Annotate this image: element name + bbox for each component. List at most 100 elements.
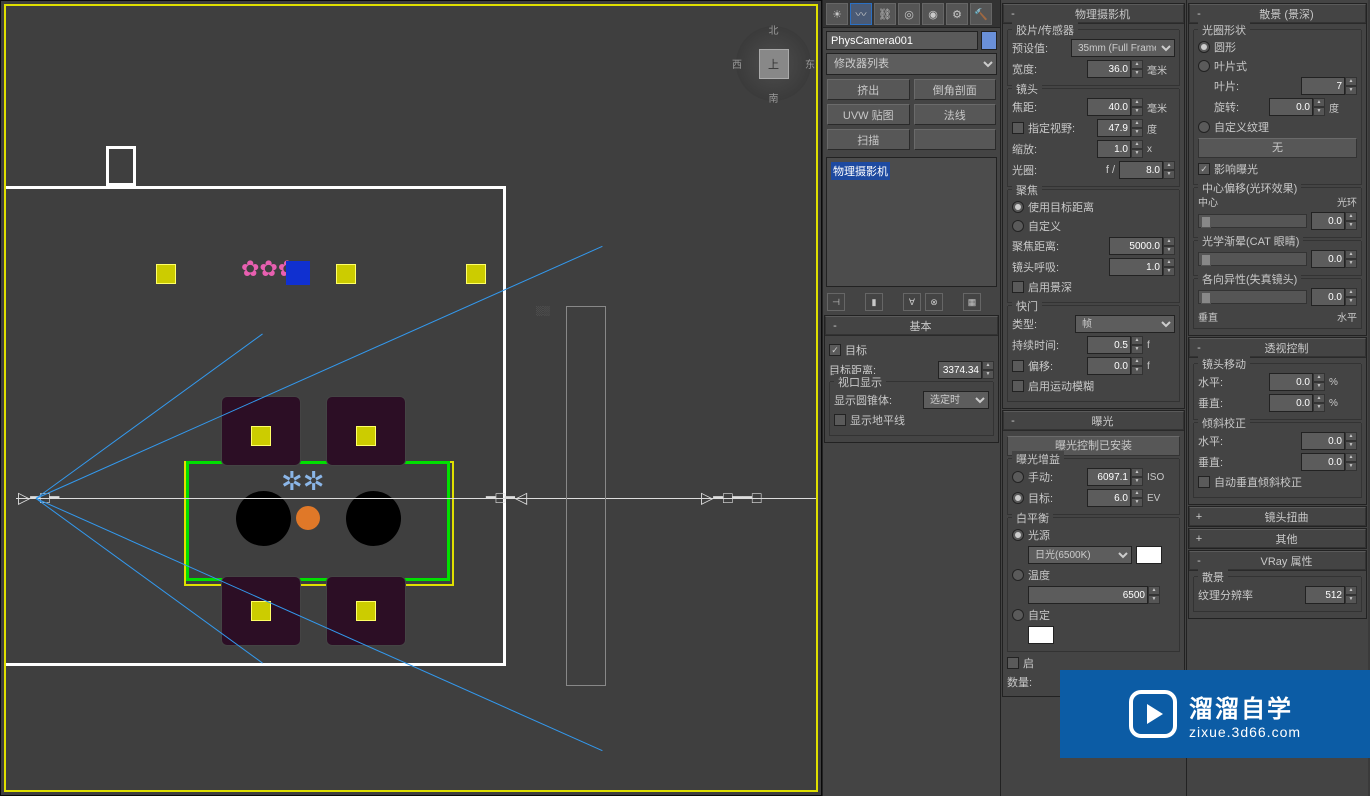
target-distance-spinner[interactable]: ▲▼: [938, 361, 994, 379]
iso-input[interactable]: [1087, 468, 1131, 486]
collapse-icon[interactable]: -: [1004, 415, 1022, 427]
collapse-icon[interactable]: -: [826, 320, 844, 332]
object-name-input[interactable]: [826, 31, 978, 50]
display-tab-icon[interactable]: ◉: [922, 3, 944, 25]
shift-vert-input[interactable]: [1269, 394, 1313, 412]
texture-none-button[interactable]: 无: [1198, 138, 1357, 158]
zoom-spinner[interactable]: ▲▼: [1097, 140, 1143, 158]
wb-preset-dropdown[interactable]: 日光(6500K): [1028, 546, 1132, 564]
temperature-spinner[interactable]: ▲▼: [1028, 586, 1160, 604]
remove-modifier-icon[interactable]: ⊗: [925, 293, 943, 311]
expand-icon[interactable]: +: [1190, 533, 1208, 545]
wb-color-swatch[interactable]: [1136, 546, 1162, 564]
collapse-icon[interactable]: -: [1190, 342, 1208, 354]
affect-exposure-checkbox[interactable]: [1198, 163, 1210, 175]
viewcube-top[interactable]: 上: [759, 49, 789, 79]
enable-checkbox[interactable]: [1007, 657, 1019, 669]
expand-icon[interactable]: +: [1190, 511, 1208, 523]
pin-stack-icon[interactable]: ⊣: [827, 293, 845, 311]
vignette-slider[interactable]: [1198, 252, 1307, 266]
vignette-input[interactable]: [1311, 250, 1345, 268]
lens-breathing-input[interactable]: [1109, 258, 1163, 276]
circular-radio[interactable]: [1198, 41, 1210, 53]
viewcube[interactable]: 上 北 南 东 西: [736, 26, 811, 101]
collapse-icon[interactable]: -: [1004, 8, 1022, 20]
center-bias-input[interactable]: [1311, 212, 1345, 230]
rotation-spinner[interactable]: ▲▼: [1269, 98, 1325, 116]
sweep-button[interactable]: 扫描: [827, 129, 910, 150]
modifier-stack[interactable]: 物理摄影机: [826, 157, 997, 287]
uvw-map-button[interactable]: UVW 贴图: [827, 104, 910, 125]
misc-rollup-header[interactable]: + 其他: [1189, 529, 1366, 548]
center-bias-slider[interactable]: [1198, 214, 1307, 228]
hierarchy-tab-icon[interactable]: ⛓: [874, 3, 896, 25]
offset-input[interactable]: [1087, 357, 1131, 375]
anisotropy-spinner[interactable]: ▲▼: [1311, 288, 1357, 306]
lens-breathing-spinner[interactable]: ▲▼: [1109, 258, 1175, 276]
shift-vert-spinner[interactable]: ▲▼: [1269, 394, 1325, 412]
bladed-radio[interactable]: [1198, 60, 1210, 72]
tilt-horiz-spinner[interactable]: ▲▼: [1301, 432, 1357, 450]
wb-light-radio[interactable]: [1012, 529, 1024, 541]
tools-tab-icon[interactable]: 🔨: [970, 3, 992, 25]
focus-distance-spinner[interactable]: ▲▼: [1109, 237, 1175, 255]
dof-checkbox[interactable]: [1012, 281, 1024, 293]
preset-dropdown[interactable]: 35mm (Full Frame): [1071, 39, 1175, 57]
use-target-radio[interactable]: [1012, 201, 1024, 213]
fov-input[interactable]: [1097, 119, 1131, 137]
offset-checkbox[interactable]: [1012, 360, 1024, 372]
show-end-result-icon[interactable]: ▮: [865, 293, 883, 311]
bokeh-rollup-header[interactable]: - 散景 (景深): [1189, 4, 1366, 23]
empty-button[interactable]: [914, 129, 997, 150]
perspective-rollup-header[interactable]: - 透视控制: [1189, 338, 1366, 357]
zoom-input[interactable]: [1097, 140, 1131, 158]
modifier-list-dropdown[interactable]: 修改器列表: [826, 53, 997, 75]
target-distance-input[interactable]: [938, 361, 982, 379]
ev-input[interactable]: [1087, 489, 1131, 507]
configure-sets-icon[interactable]: ▦: [963, 293, 981, 311]
blades-input[interactable]: [1301, 77, 1345, 95]
vignette-spinner[interactable]: ▲▼: [1311, 250, 1357, 268]
focus-distance-input[interactable]: [1109, 237, 1163, 255]
width-spinner[interactable]: ▲▼: [1087, 60, 1143, 78]
lens-distortion-rollup-header[interactable]: + 镜头扭曲: [1189, 507, 1366, 526]
width-input[interactable]: [1087, 60, 1131, 78]
duration-input[interactable]: [1087, 336, 1131, 354]
make-unique-icon[interactable]: ∀: [903, 293, 921, 311]
bevel-profile-button[interactable]: 倒角剖面: [914, 79, 997, 100]
focal-spinner[interactable]: ▲▼: [1087, 98, 1143, 116]
modify-tab-icon[interactable]: 〰: [850, 3, 872, 25]
collapse-icon[interactable]: -: [1190, 555, 1208, 567]
show-cone-dropdown[interactable]: 选定时: [923, 391, 989, 409]
shift-horiz-spinner[interactable]: ▲▼: [1269, 373, 1325, 391]
utilities-tab-icon[interactable]: ⚙: [946, 3, 968, 25]
aperture-input[interactable]: [1119, 161, 1163, 179]
target-gain-radio[interactable]: [1012, 492, 1024, 504]
anisotropy-input[interactable]: [1311, 288, 1345, 306]
anisotropy-slider[interactable]: [1198, 290, 1307, 304]
shutter-type-dropdown[interactable]: 帧: [1075, 315, 1175, 333]
wb-temp-radio[interactable]: [1012, 569, 1024, 581]
motion-tab-icon[interactable]: ◎: [898, 3, 920, 25]
exposure-rollup-header[interactable]: - 曝光: [1003, 411, 1184, 430]
rotation-input[interactable]: [1269, 98, 1313, 116]
wb-custom-radio[interactable]: [1012, 609, 1024, 621]
aperture-spinner[interactable]: ▲▼: [1119, 161, 1175, 179]
tilt-horiz-input[interactable]: [1301, 432, 1345, 450]
fov-checkbox[interactable]: [1012, 122, 1024, 134]
texture-res-input[interactable]: [1305, 586, 1345, 604]
basic-rollup-header[interactable]: - 基本: [825, 316, 998, 335]
fov-spinner[interactable]: ▲▼: [1097, 119, 1143, 137]
target-checkbox[interactable]: [829, 344, 841, 356]
wb-custom-swatch[interactable]: [1028, 626, 1054, 644]
auto-vert-tilt-checkbox[interactable]: [1198, 476, 1210, 488]
temperature-input[interactable]: [1028, 586, 1148, 604]
texture-res-spinner[interactable]: ▲▼: [1305, 586, 1357, 604]
collapse-icon[interactable]: -: [1190, 8, 1208, 20]
extrude-button[interactable]: 挤出: [827, 79, 910, 100]
duration-spinner[interactable]: ▲▼: [1087, 336, 1143, 354]
create-tab-icon[interactable]: ☀: [826, 3, 848, 25]
iso-spinner[interactable]: ▲▼: [1087, 468, 1143, 486]
offset-spinner[interactable]: ▲▼: [1087, 357, 1143, 375]
focal-input[interactable]: [1087, 98, 1131, 116]
